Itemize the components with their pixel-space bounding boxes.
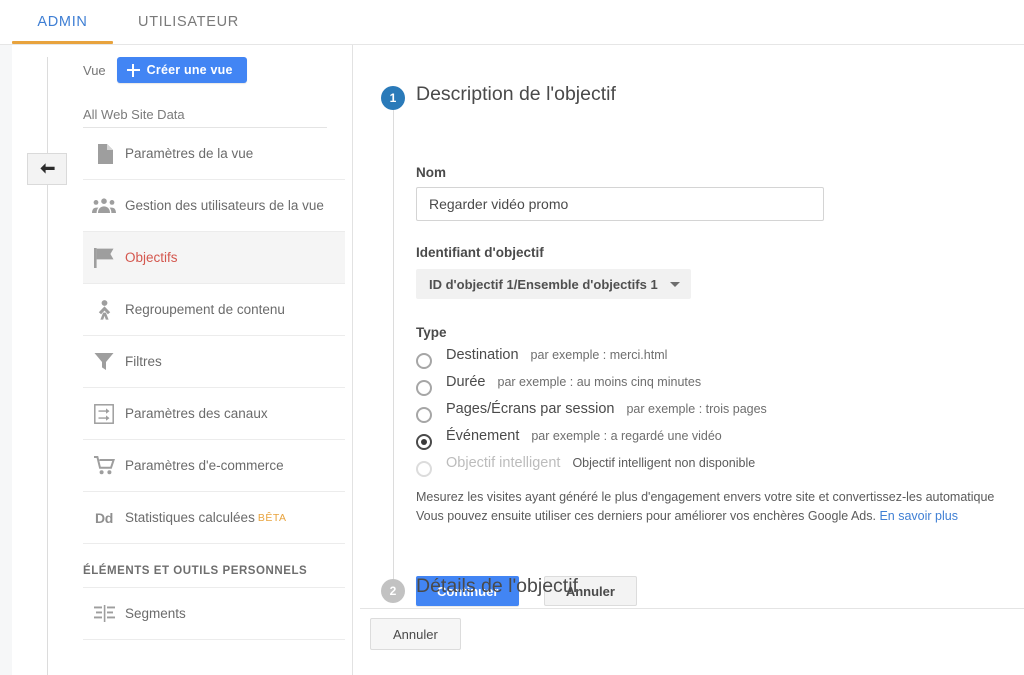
cart-icon <box>83 456 125 475</box>
bottom-cancel-button[interactable]: Annuler <box>370 618 461 650</box>
tab-utilisateur[interactable]: UTILISATEUR <box>126 0 251 44</box>
sidebar-item-label: Segments <box>125 606 186 621</box>
goal-id-selected-value: ID d'objectif 1/Ensemble d'objectifs 1 <box>429 276 658 292</box>
segments-icon <box>83 604 125 623</box>
radio-label: Événement <box>446 428 520 444</box>
smart-goal-description: Mesurez les visites ayant généré le plus… <box>416 488 1024 526</box>
name-field-label: Nom <box>416 165 446 180</box>
back-button[interactable] <box>27 153 67 185</box>
radio-label: Objectif intelligent <box>446 455 561 471</box>
admin-sidebar: Vue Créer une vue All Web Site Data Para… <box>60 45 345 675</box>
sidebar-item-label: Gestion des utilisateurs de la vue <box>125 198 324 213</box>
content-grouping-icon <box>83 299 125 320</box>
sidebar-section-title: ÉLÉMENTS ET OUTILS PERSONNELS <box>83 564 308 577</box>
sidebar-item-gestion-utilisateurs[interactable]: Gestion des utilisateurs de la vue <box>83 180 345 232</box>
create-view-button-label: Créer une vue <box>146 63 233 77</box>
sidebar-nav-list: Paramètres de la vue Gestion des utilisa… <box>83 128 345 640</box>
funnel-icon <box>83 352 125 371</box>
view-label: Vue <box>83 62 106 78</box>
sidebar-item-parametres-canaux[interactable]: Paramètres des canaux <box>83 388 345 440</box>
dd-glyph-text: Dd <box>94 509 114 526</box>
section-divider <box>360 608 1024 609</box>
radio-icon <box>416 379 432 396</box>
sidebar-item-label: Objectifs <box>125 250 178 265</box>
step-2-badge: 2 <box>381 579 405 603</box>
current-view-name: All Web Site Data <box>83 107 185 122</box>
radio-hint: par exemple : trois pages <box>626 402 767 416</box>
document-icon <box>83 143 125 164</box>
radio-hint: par exemple : au moins cinq minutes <box>497 375 702 389</box>
learn-more-link[interactable]: En savoir plus <box>879 509 958 523</box>
tab-utilisateur-label: UTILISATEUR <box>138 14 239 30</box>
radio-evenement[interactable]: Événement par exemple : a regardé une vi… <box>416 428 1024 455</box>
tab-admin-label: ADMIN <box>37 14 88 30</box>
smart-goal-description-line2-text: Vous pouvez ensuite utiliser ces dernier… <box>416 509 876 523</box>
radio-objectif-intelligent: Objectif intelligent Objectif intelligen… <box>416 455 1024 482</box>
step-1-badge: 1 <box>381 86 405 110</box>
step-1-title: Description de l'objectif <box>416 83 616 105</box>
sidebar-item-regroupement-contenu[interactable]: Regroupement de contenu <box>83 284 345 336</box>
type-label: Type <box>416 325 447 340</box>
back-arrow-icon <box>39 163 55 174</box>
radio-icon <box>416 406 432 423</box>
tab-admin[interactable]: ADMIN <box>12 0 113 44</box>
goal-type-radio-group: Destination par exemple : merci.html Dur… <box>416 347 1024 482</box>
sidebar-item-label: Statistiques calculées BÊTA <box>125 509 292 527</box>
smart-goal-description-line2: Vous pouvez ensuite utiliser ces dernier… <box>416 507 1024 526</box>
flag-icon <box>83 247 125 268</box>
top-tab-bar: ADMIN UTILISATEUR <box>0 0 1024 45</box>
sidebar-item-label: Paramètres de la vue <box>125 146 254 161</box>
dd-icon: Dd <box>83 510 125 526</box>
sidebar-item-label: Filtres <box>125 354 162 369</box>
sidebar-item-label: Paramètres d'e-commerce <box>125 458 284 473</box>
beta-badge: BÊTA <box>257 511 287 524</box>
statistiques-label: Statistiques calculées <box>125 509 255 525</box>
channels-icon <box>83 403 125 424</box>
radio-duree[interactable]: Durée par exemple : au moins cinq minute… <box>416 374 1024 401</box>
goal-setup-panel: 1 Description de l'objectif Nom Identifi… <box>360 45 1024 675</box>
left-gutter <box>0 45 12 675</box>
step-connector-line <box>392 109 394 596</box>
sidebar-item-parametres-ecommerce[interactable]: Paramètres d'e-commerce <box>83 440 345 492</box>
body-area: Vue Créer une vue All Web Site Data Para… <box>0 45 1024 675</box>
radio-destination[interactable]: Destination par exemple : merci.html <box>416 347 1024 374</box>
people-icon <box>83 197 125 214</box>
create-view-button[interactable]: Créer une vue <box>116 57 247 83</box>
analytics-admin-screen: ADMIN UTILISATEUR Vue Créer une vue All … <box>0 0 1024 675</box>
radio-icon-selected <box>416 433 432 450</box>
goal-name-input[interactable] <box>416 187 824 221</box>
radio-pages-ecrans-par-session[interactable]: Pages/Écrans par session par exemple : t… <box>416 401 1024 428</box>
sidebar-item-label: Paramètres des canaux <box>125 406 268 421</box>
radio-label: Durée <box>446 374 486 390</box>
panel-divider <box>352 45 353 675</box>
sidebar-section-personnels: ÉLÉMENTS ET OUTILS PERSONNELS <box>83 544 345 588</box>
view-header: Vue Créer une vue <box>83 57 247 83</box>
radio-label: Destination <box>446 347 519 363</box>
plus-icon <box>126 63 140 77</box>
radio-icon-disabled <box>416 460 432 477</box>
sidebar-item-objectifs[interactable]: Objectifs <box>83 232 345 284</box>
goal-id-select[interactable]: ID d'objectif 1/Ensemble d'objectifs 1 <box>416 269 691 299</box>
chevron-down-icon <box>669 281 680 287</box>
radio-hint: Objectif intelligent non disponible <box>572 456 756 470</box>
sidebar-item-segments[interactable]: Segments <box>83 588 345 640</box>
active-tab-underline <box>12 41 113 44</box>
sidebar-item-statistiques-calculees[interactable]: Dd Statistiques calculées BÊTA <box>83 492 345 544</box>
sidebar-item-filtres[interactable]: Filtres <box>83 336 345 388</box>
smart-goal-description-line1: Mesurez les visites ayant généré le plus… <box>416 490 995 504</box>
radio-hint: par exemple : merci.html <box>530 348 668 362</box>
radio-hint: par exemple : a regardé une vidéo <box>531 429 722 443</box>
collapse-rail-line <box>47 57 48 675</box>
sidebar-item-parametres-vue[interactable]: Paramètres de la vue <box>83 128 345 180</box>
sidebar-item-label: Regroupement de contenu <box>125 302 285 317</box>
radio-label: Pages/Écrans par session <box>446 401 615 417</box>
step-2-title: Détails de l'objectif <box>416 575 578 597</box>
goal-id-label: Identifiant d'objectif <box>416 245 544 260</box>
radio-icon <box>416 352 432 369</box>
